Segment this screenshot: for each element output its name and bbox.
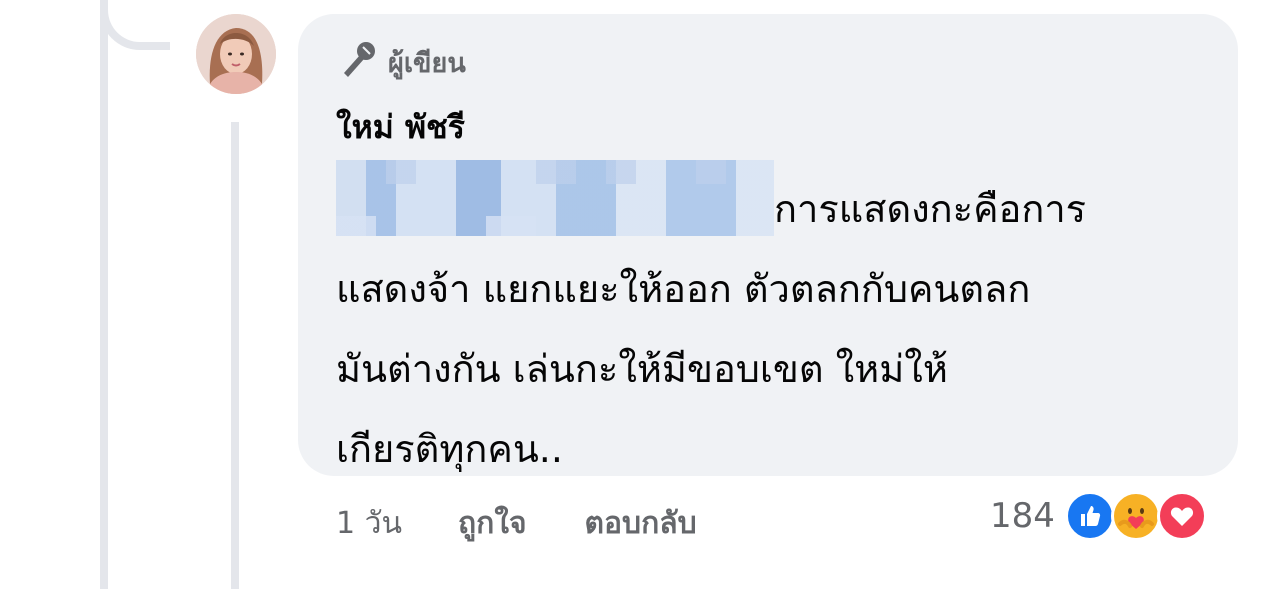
care-icon — [1110, 491, 1161, 541]
comment-line-1-text: การแสดงกะคือการ — [774, 187, 1087, 231]
comment-line-2: แสดงจ้า แยกแยะให้ออก ตัวตลกกับคนตลก — [336, 267, 1031, 311]
love-icon — [1156, 491, 1207, 541]
avatar-image — [196, 14, 276, 94]
avatar[interactable] — [196, 14, 276, 94]
like-button[interactable]: ถูกใจ — [458, 500, 527, 547]
reaction-count[interactable]: 184 — [990, 496, 1055, 536]
comment-line-1: การแสดงกะคือการ — [336, 160, 1216, 249]
comment-timestamp[interactable]: 1 วัน — [336, 500, 402, 547]
comment-line-3: มันต่างกัน เล่นกะให้มีขอบเขต ใหม่ให้ — [336, 347, 948, 391]
reaction-summary[interactable]: 184 — [990, 491, 1207, 541]
redacted-text — [336, 160, 774, 236]
comment-line-4: เกียรติทุกคน.. — [336, 427, 563, 471]
comment-text: การแสดงกะคือการ แสดงจ้า แยกแยะให้ออก ตัว… — [336, 160, 1216, 489]
reply-thread-line — [231, 122, 239, 589]
thread-line — [100, 0, 108, 589]
comment-actions: 1 วัน ถูกใจ ตอบกลับ — [336, 498, 697, 548]
microphone-icon — [336, 39, 378, 86]
author-name[interactable]: ใหม่ พัชรี — [336, 102, 465, 153]
like-icon — [1064, 491, 1115, 541]
reply-button[interactable]: ตอบกลับ — [585, 500, 697, 547]
author-badge-label: ผู้เขียน — [388, 47, 466, 79]
author-badge: ผู้เขียน — [336, 41, 466, 82]
thread-connector — [100, 0, 170, 50]
